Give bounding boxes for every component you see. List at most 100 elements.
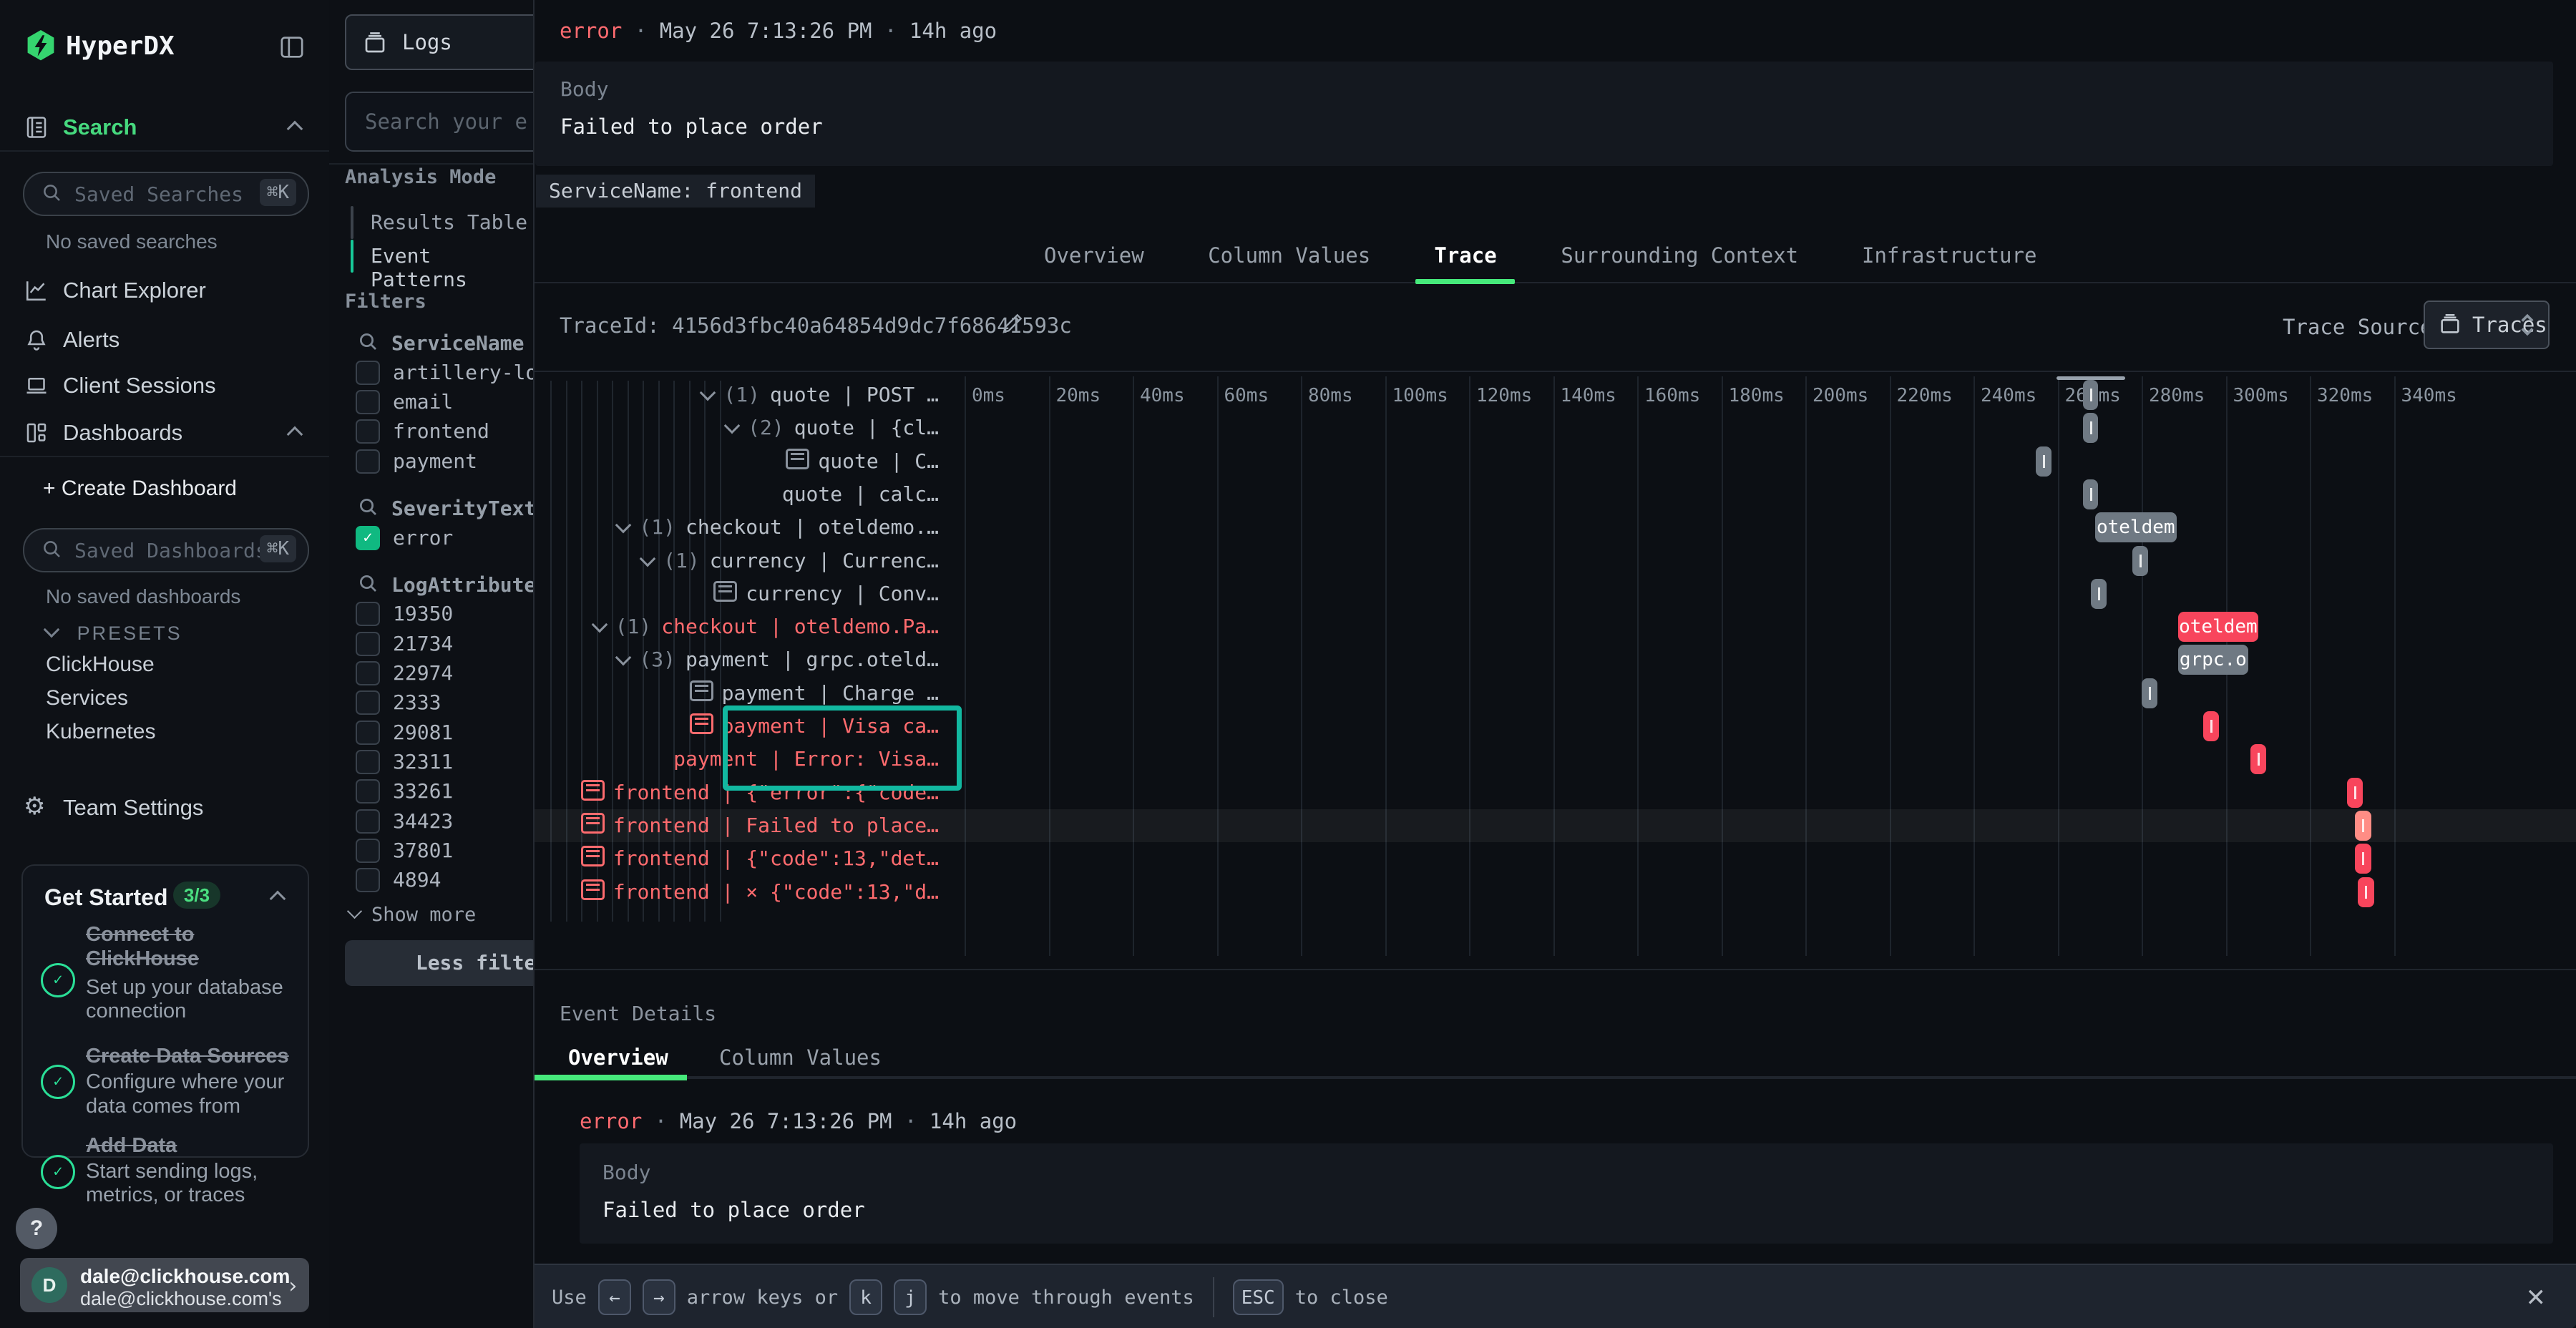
filter-checkbox-34423[interactable]: 34423 [356,807,533,836]
checkbox[interactable] [356,361,380,385]
tab-trace[interactable]: Trace [1434,243,1496,268]
checkbox[interactable] [356,779,380,804]
span-bar[interactable] [2355,844,2371,874]
checkbox[interactable] [356,390,380,414]
sidebar-collapse-icon[interactable] [278,33,306,62]
checkbox[interactable] [356,661,380,685]
trace-row[interactable]: quote | calc… [535,478,2576,511]
span-bar[interactable] [2132,546,2148,576]
trace-row[interactable]: frontend | Failed to place… [535,809,2576,842]
checkbox[interactable] [356,419,380,444]
presets-section-toggle[interactable]: PRESETS [46,622,182,645]
trace-row[interactable]: (1)checkout | oteldemo.Pa…oteldem [535,610,2576,643]
chevron-up-icon[interactable] [270,891,286,907]
tab-column-values[interactable]: Column Values [1208,243,1370,268]
span-bar[interactable] [2083,380,2099,410]
filter-checkbox-19350[interactable]: 19350 [356,600,533,628]
sidebar-item-chart-explorer[interactable]: Chart Explorer [0,276,329,308]
span-bar[interactable] [2358,877,2374,907]
chevron-down-icon[interactable] [615,650,632,666]
less-filters-button[interactable]: Less filters [345,940,533,986]
sidebar-item-team-settings[interactable]: ⚙ Team Settings [0,794,329,825]
filter-checkbox-29081[interactable]: 29081 [356,718,533,747]
trace-row[interactable]: quote | C… [535,445,2576,478]
trace-row[interactable]: (3)payment | grpc.oteld…grpc.o [535,643,2576,676]
trace-row[interactable]: (1)quote | POST … [535,379,2576,411]
filter-checkbox-2333[interactable]: 2333 [356,688,533,717]
chevron-down-icon[interactable] [640,550,656,567]
chevron-down-icon[interactable] [724,418,741,434]
help-button[interactable]: ? [16,1208,57,1249]
service-name-chip[interactable]: ServiceName: frontend [536,175,815,208]
chevron-down-icon[interactable] [615,517,632,534]
filter-checkbox-artillery-loa[interactable]: artillery-loa [356,358,533,387]
checkbox[interactable] [356,809,380,834]
filter-checkbox-32311[interactable]: 32311 [356,748,533,776]
trace-row[interactable]: frontend | × {"code":13,"d… [535,876,2576,909]
edit-pencil-icon[interactable] [1000,311,1025,336]
sidebar-item-clickhouse[interactable]: ClickHouse [46,653,155,677]
trace-row[interactable]: (1)currency | Currenc… [535,545,2576,577]
trace-row[interactable]: (2)quote | {cl… [535,411,2576,444]
span-bar[interactable] [2347,778,2363,808]
span-bar[interactable]: grpc.o [2178,645,2248,675]
sidebar-item-services[interactable]: Services [46,686,128,711]
saved-dashboards-input[interactable]: Saved Dashboards ⌘K [23,528,309,572]
sidebar-item-kubernetes[interactable]: Kubernetes [46,720,155,744]
filter-checkbox-4894[interactable]: 4894 [356,866,533,894]
filter-checkbox-email[interactable]: email [356,388,533,416]
checkbox[interactable] [356,690,380,715]
span-bar[interactable] [2083,479,2099,509]
show-more-toggle[interactable]: Show more [349,904,521,932]
span-bar[interactable] [2036,446,2051,477]
filter-checkbox-payment[interactable]: payment [356,447,533,476]
filter-checkbox-33261[interactable]: 33261 [356,777,533,806]
filter-checkbox-21734[interactable]: 21734 [356,630,533,658]
chevron-down-icon[interactable] [591,617,608,633]
checkbox[interactable] [356,449,380,474]
checkbox[interactable] [356,868,380,892]
span-bar[interactable] [2091,579,2107,609]
filter-checkbox-frontend[interactable]: frontend [356,417,533,446]
event-search-input[interactable]: Search your e [345,92,533,152]
create-dashboard-button[interactable]: + Create Dashboard [43,477,237,501]
span-bar[interactable]: oteldem [2178,612,2258,642]
saved-searches-input[interactable]: Saved Searches ⌘K [23,172,309,216]
checkbox[interactable] [356,721,380,745]
source-select-button[interactable]: Logs [345,14,533,70]
span-bar[interactable]: oteldem [2095,512,2177,542]
checkbox[interactable] [356,602,380,626]
chevron-down-icon[interactable] [700,385,716,401]
sidebar-item-alerts[interactable]: Alerts [0,326,329,357]
tab-infrastructure[interactable]: Infrastructure [1862,243,2036,268]
trace-row[interactable]: payment | Charge … [535,677,2576,710]
trace-row[interactable]: currency | Conv… [535,577,2576,610]
span-bar[interactable] [2250,744,2266,774]
ed-tab-overview[interactable]: Overview [568,1045,668,1070]
span-bar[interactable] [2203,711,2219,741]
get-started-step-title: Add Data [86,1133,177,1158]
close-icon[interactable]: ✕ [2526,1284,2547,1312]
sidebar-item-client-sessions[interactable]: Client Sessions [0,371,329,403]
trace-source-select[interactable]: Traces [2424,301,2550,349]
ed-tab-column-values[interactable]: Column Values [719,1045,882,1070]
checkbox[interactable]: ✓ [356,526,380,550]
filter-checkbox-error[interactable]: ✓error [356,524,533,552]
span-bar[interactable] [2083,413,2099,443]
sidebar-item-dashboards[interactable]: Dashboards [0,419,329,450]
checkbox[interactable] [356,750,380,774]
analysis-mode-results-table[interactable]: Results Table [351,208,530,239]
user-account-chip[interactable]: D dale@clickhouse.com dale@clickhouse.co… [20,1258,309,1312]
tab-overview[interactable]: Overview [1044,243,1144,268]
span-bar[interactable] [2142,678,2157,708]
span-bar[interactable] [2355,811,2371,841]
checkbox[interactable] [356,632,380,656]
trace-row[interactable]: frontend | {"code":13,"det… [535,842,2576,875]
trace-row[interactable]: (1)checkout | oteldemo.…oteldem [535,511,2576,544]
analysis-mode-event-patterns[interactable]: Event Patterns [351,241,530,273]
sidebar-item-search[interactable]: Search [0,113,329,145]
filter-checkbox-37801[interactable]: 37801 [356,836,533,865]
filter-checkbox-22974[interactable]: 22974 [356,659,533,688]
checkbox[interactable] [356,839,380,863]
tab-surrounding-context[interactable]: Surrounding Context [1561,243,1798,268]
